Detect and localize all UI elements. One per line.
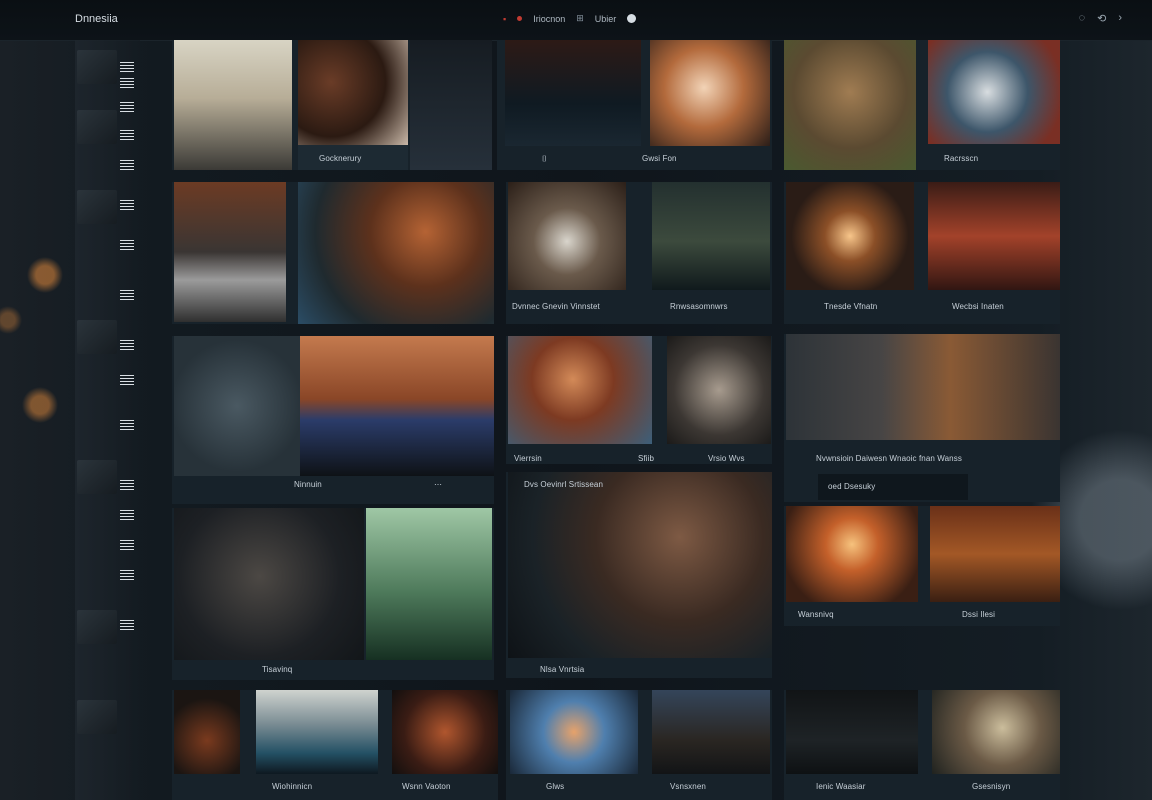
rail-lines-icon[interactable] <box>120 620 134 630</box>
rail-lines-icon[interactable] <box>120 102 134 112</box>
rail-lines-icon[interactable] <box>120 290 134 300</box>
rail-lines-icon[interactable] <box>120 160 134 170</box>
media-tile[interactable] <box>786 690 918 774</box>
rail-lines-icon[interactable] <box>120 480 134 490</box>
media-tile[interactable] <box>392 690 498 774</box>
caption: Racrsscn <box>944 154 979 163</box>
caption: Tnesde Vfnatn <box>824 302 878 311</box>
media-tile[interactable] <box>174 40 292 170</box>
media-tile[interactable] <box>256 690 378 774</box>
rail-lines-icon[interactable] <box>120 62 134 72</box>
caption: Wsnn Vaoton <box>402 782 451 791</box>
caption: Gwsi Fon <box>642 154 677 163</box>
rail-thumbnail[interactable] <box>77 50 117 84</box>
media-tile[interactable] <box>650 40 770 146</box>
media-tile[interactable] <box>510 690 638 774</box>
caption[interactable]: oed Dsesuky <box>828 482 875 491</box>
top-bar: Dnnesiia ▪ Iriocnon ⊞ Ubier ◌ ⟲ › <box>0 0 1152 41</box>
caption: Wansnivq <box>798 610 834 619</box>
media-tile[interactable] <box>366 508 492 660</box>
rail-lines-icon[interactable] <box>120 540 134 550</box>
rail-thumbnail[interactable] <box>77 460 117 494</box>
media-tile[interactable] <box>667 336 771 444</box>
caption-dots: ⋯ <box>434 480 443 489</box>
rail-thumbnail[interactable] <box>77 320 117 354</box>
rail-lines-icon[interactable] <box>120 420 134 430</box>
nav-item-2[interactable]: Ubier <box>595 14 617 24</box>
media-tile[interactable] <box>508 182 626 290</box>
media-tile[interactable] <box>298 182 494 324</box>
caption-icon[interactable]: ⌷ <box>542 154 547 164</box>
rail-lines-icon[interactable] <box>120 130 134 140</box>
brand-logo[interactable]: Dnnesiia <box>75 13 118 25</box>
media-tile[interactable] <box>930 506 1060 602</box>
media-tile[interactable] <box>786 334 1060 440</box>
media-tile[interactable] <box>784 40 916 170</box>
media-tile[interactable] <box>174 182 286 322</box>
share-icon[interactable]: ⟲ <box>1097 12 1106 25</box>
caption: Sfiib <box>638 454 655 463</box>
nav-item-1[interactable]: Iriocnon <box>533 14 565 24</box>
caption: Nvwnsioin Daiwesn Wnaoic fnan Wanss <box>816 454 962 463</box>
caption: Gocknerury <box>319 154 362 163</box>
caption: Gsesnisyn <box>972 782 1011 791</box>
media-tile[interactable] <box>508 336 652 444</box>
caption: Vrsio Wvs <box>708 454 745 463</box>
media-tile[interactable] <box>652 690 770 774</box>
media-tile[interactable] <box>508 472 772 658</box>
caption: Nlsa Vnrtsia <box>540 665 585 674</box>
rail-thumbnail[interactable] <box>77 610 117 644</box>
caption: Wiohinnicn <box>272 782 313 791</box>
rail-lines-icon[interactable] <box>120 200 134 210</box>
grid-icon[interactable]: ⊞ <box>576 13 584 24</box>
caption: Ienic Waasiar <box>816 782 866 791</box>
caption: Ninnuin <box>294 480 322 489</box>
caption: Dssi Ilesi <box>962 610 996 619</box>
media-tile[interactable] <box>174 508 364 660</box>
media-tile[interactable] <box>652 182 770 290</box>
media-tile[interactable] <box>300 336 494 476</box>
media-tile[interactable] <box>786 506 918 602</box>
media-tile[interactable] <box>928 40 1060 144</box>
media-tile[interactable] <box>298 40 408 145</box>
chevron-right-icon[interactable]: › <box>1118 12 1122 25</box>
caption: Vsnsxnen <box>670 782 706 791</box>
caption: Tisavinq <box>262 665 293 674</box>
top-nav: ▪ Iriocnon ⊞ Ubier <box>503 13 637 24</box>
red-dot-icon <box>517 16 523 21</box>
rail-thumbnail[interactable] <box>77 700 117 734</box>
rail-lines-icon[interactable] <box>120 510 134 520</box>
info-icon[interactable] <box>627 14 637 23</box>
rail-lines-icon[interactable] <box>120 340 134 350</box>
rail-lines-icon[interactable] <box>120 78 134 88</box>
media-tile[interactable] <box>174 336 300 476</box>
media-tile[interactable] <box>786 182 914 290</box>
top-right-actions: ◌ ⟲ › <box>1079 12 1122 25</box>
media-tile[interactable] <box>932 690 1060 774</box>
rail-lines-icon[interactable] <box>120 240 134 250</box>
red-square-icon[interactable]: ▪ <box>503 14 506 24</box>
media-tile[interactable] <box>174 690 240 774</box>
caption: Wecbsi Inaten <box>952 302 1004 311</box>
caption: Vierrsin <box>514 454 542 463</box>
media-tile[interactable] <box>928 182 1060 290</box>
left-rail <box>75 40 140 800</box>
media-tile[interactable] <box>505 40 641 146</box>
rail-lines-icon[interactable] <box>120 375 134 385</box>
media-tile[interactable] <box>410 40 492 170</box>
caption: Glws <box>546 782 565 791</box>
rail-thumbnail[interactable] <box>77 190 117 224</box>
rail-thumbnail[interactable] <box>77 110 117 144</box>
caption: Dvs Oevinrl Srtissean <box>524 480 604 489</box>
chat-icon[interactable]: ◌ <box>1079 12 1086 25</box>
caption: Dvnnec Gnevin Vinnstet <box>512 302 600 311</box>
rail-lines-icon[interactable] <box>120 570 134 580</box>
media-grid: Gocknerury ⌷ Gwsi Fon Racrsscn Dvnnec Gn… <box>172 40 1060 800</box>
caption: Rnwsasomnwrs <box>670 302 728 311</box>
